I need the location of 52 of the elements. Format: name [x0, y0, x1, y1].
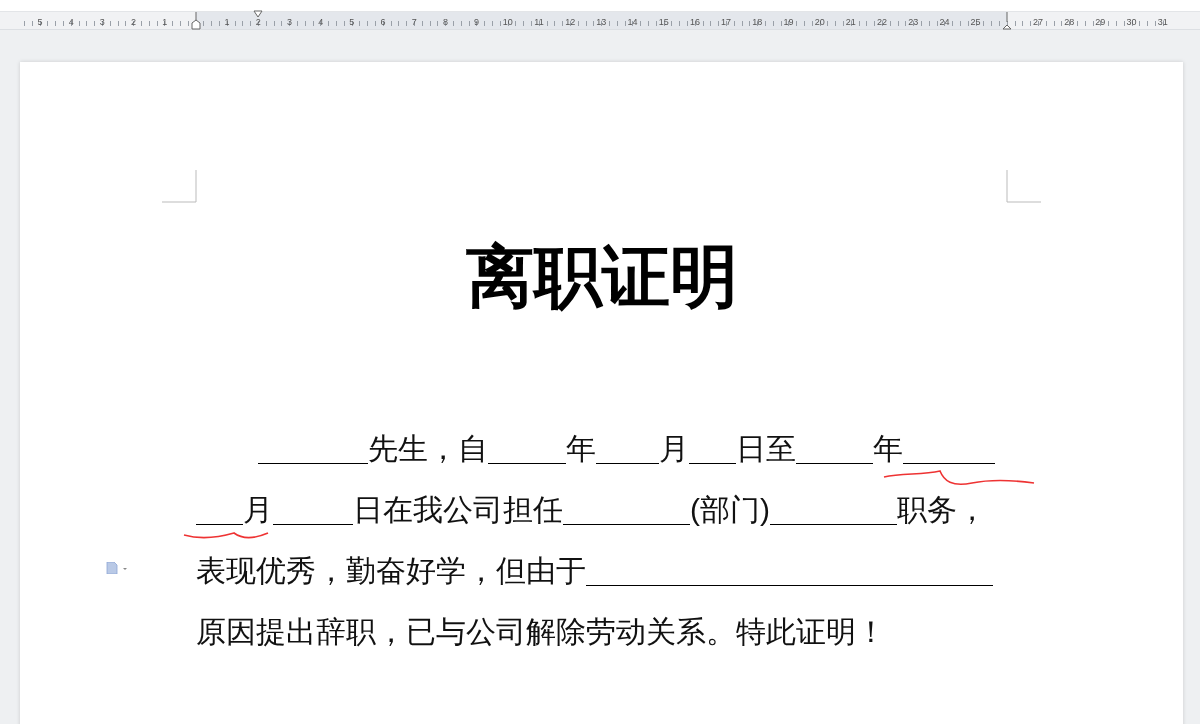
ruler-number: 9 [474, 18, 480, 27]
ruler-number: 1 [224, 18, 230, 27]
body-text: 年 [566, 431, 596, 467]
ruler-number: 30 [1126, 18, 1137, 27]
ruler-number: 22 [877, 18, 888, 27]
body-text: 日在我公司担任 [353, 492, 563, 528]
ruler-number: 3 [99, 18, 105, 27]
ruler-number: 1 [162, 18, 168, 27]
ruler-number: 31 [1157, 18, 1168, 27]
ruler-number: 29 [1095, 18, 1106, 27]
ruler-number: 11 [534, 18, 544, 27]
ruler-number: 4 [68, 18, 74, 27]
body-text: (部门) [690, 492, 770, 528]
ruler-number: 3 [286, 18, 292, 27]
ruler-number: 16 [689, 18, 700, 27]
margin-corner-icon [1006, 170, 1041, 203]
body-text: 月 [659, 431, 689, 467]
first-line-indent-marker-icon[interactable] [253, 10, 263, 19]
ruler-number: 27 [1032, 18, 1043, 27]
ruler-number: 24 [939, 18, 950, 27]
body-text: 日至 [736, 431, 796, 467]
ruler-number: 25 [970, 18, 981, 27]
ruler-number: 5 [37, 18, 43, 27]
ruler-number: 23 [908, 18, 919, 27]
ruler-number: 7 [411, 18, 417, 27]
body-text: 月 [243, 492, 273, 528]
ruler-number: 28 [1064, 18, 1075, 27]
ruler-number: 20 [814, 18, 825, 27]
indent-marker-icon[interactable] [191, 12, 201, 30]
ruler-number: 4 [318, 18, 324, 27]
ruler-number: 6 [380, 18, 386, 27]
ruler-number: 10 [502, 18, 513, 27]
ruler-number: 5 [349, 18, 355, 27]
document-title: 离职证明 [465, 237, 738, 316]
ruler-number: 13 [596, 18, 607, 27]
body-text: 年 [873, 431, 903, 467]
ruler-number: 14 [627, 18, 638, 27]
ruler-number: 2 [131, 18, 137, 27]
body-text: 先生，自 [368, 431, 488, 467]
ruler-number: 17 [721, 18, 732, 27]
margin-corner-icon [162, 170, 197, 203]
body-text: 表现优秀，勤奋好学，但由于 [196, 553, 586, 589]
ruler-number: 12 [565, 18, 576, 27]
ruler-number: 19 [783, 18, 794, 27]
body-text: 职务， [897, 492, 987, 528]
ruler-number: 15 [658, 18, 669, 27]
ruler-number: 21 [845, 18, 856, 27]
body-text: 原因提出辞职，已与公司解除劳动关系。特此证明！ [196, 614, 886, 650]
ruler-number: 8 [442, 18, 448, 27]
ruler-number: 18 [752, 18, 763, 27]
ruler-number: 2 [255, 18, 261, 27]
right-indent-marker-icon[interactable] [1002, 12, 1012, 30]
